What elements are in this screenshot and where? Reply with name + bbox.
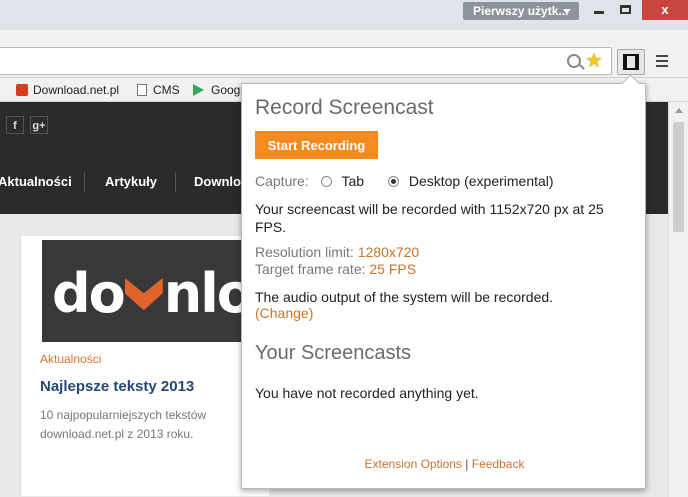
capture-label: Capture: — [255, 173, 309, 189]
start-recording-button[interactable]: Start Recording — [255, 131, 378, 159]
resolution-value[interactable]: 1280x720 — [358, 244, 420, 260]
change-audio-link[interactable]: (Change) — [255, 305, 313, 321]
resolution-label: Resolution limit: — [255, 244, 354, 260]
profile-label: Pierwszy użytk... — [473, 4, 569, 18]
chevron-down-icon — [124, 278, 163, 311]
download-logo: donloa — [52, 262, 252, 325]
popup-title: Record Screencast — [255, 96, 434, 119]
google-plus-icon[interactable]: g+ — [30, 116, 48, 134]
nav-aktualnosci[interactable]: Aktualności — [0, 174, 72, 189]
capture-tab-label[interactable]: Tab — [341, 173, 364, 189]
bookmark-cms[interactable]: CMS — [137, 82, 180, 98]
facebook-icon[interactable]: f — [6, 116, 24, 134]
capture-desktop-label[interactable]: Desktop (experimental) — [409, 173, 554, 189]
feedback-link[interactable]: Feedback — [472, 457, 525, 471]
bookmark-star-icon[interactable]: ★ — [585, 49, 603, 73]
capture-tab-radio[interactable] — [320, 176, 332, 187]
audio-info: The audio output of the system will be r… — [255, 289, 554, 305]
nav-divider — [84, 172, 85, 192]
page-icon — [137, 84, 147, 96]
minimize-icon[interactable] — [594, 11, 604, 14]
browser-toolbar: ★ — [0, 30, 688, 78]
framerate-value[interactable]: 25 FPS — [369, 261, 416, 277]
resolution-row: Resolution limit: 1280x720 — [255, 244, 419, 260]
search-icon[interactable] — [567, 54, 581, 68]
nav-artykuly[interactable]: Artykuły — [105, 174, 157, 189]
bookmark-download[interactable]: Download.net.pl — [16, 82, 119, 98]
article-image[interactable]: donloa — [42, 240, 252, 342]
play-store-icon — [193, 84, 204, 96]
maximize-icon[interactable] — [620, 5, 631, 14]
bookmark-label: Download.net.pl — [33, 83, 120, 97]
bookmark-label: CMS — [153, 83, 180, 97]
close-window-button[interactable]: x — [642, 0, 688, 20]
article-category[interactable]: Aktualności — [40, 352, 101, 366]
address-bar[interactable]: ★ — [0, 47, 612, 75]
article-description: 10 najpopularniejszych tekstów download.… — [40, 408, 207, 441]
screencast-extension-button[interactable] — [617, 49, 645, 75]
capture-desktop-radio[interactable] — [387, 176, 399, 187]
footer-separator: | — [465, 457, 469, 471]
framerate-label: Target frame rate: — [255, 261, 366, 277]
screencasts-title: Your Screencasts — [255, 342, 412, 364]
bookmark-google[interactable]: Goog — [193, 82, 240, 98]
popup-footer: Extension Options | Feedback — [242, 457, 647, 471]
empty-message: You have not recorded anything yet. — [255, 385, 479, 401]
article-title[interactable]: Najlepsze teksty 2013 — [40, 378, 194, 395]
profile-button[interactable]: Pierwszy użytk... — [463, 2, 579, 20]
nav-divider — [175, 172, 176, 192]
caret-down-icon — [563, 9, 571, 14]
capture-row: Capture: Tab Desktop (experimental) — [255, 173, 554, 189]
download-shield-icon — [16, 84, 28, 96]
page-scrollbar[interactable] — [668, 102, 688, 497]
extension-options-link[interactable]: Extension Options — [365, 457, 462, 471]
record-info: Your screencast will be recorded with 11… — [255, 201, 604, 235]
scroll-thumb[interactable] — [673, 122, 684, 232]
menu-icon[interactable] — [656, 55, 670, 67]
nav-download[interactable]: Downlo — [194, 174, 241, 189]
scroll-up-icon[interactable] — [675, 108, 683, 113]
bookmark-label: Goog — [211, 83, 241, 97]
screencast-popup: Record Screencast Start Recording Captur… — [241, 83, 646, 489]
film-icon — [623, 54, 639, 70]
window-titlebar: Pierwszy użytk... x — [0, 0, 688, 30]
framerate-row: Target frame rate: 25 FPS — [255, 261, 416, 277]
